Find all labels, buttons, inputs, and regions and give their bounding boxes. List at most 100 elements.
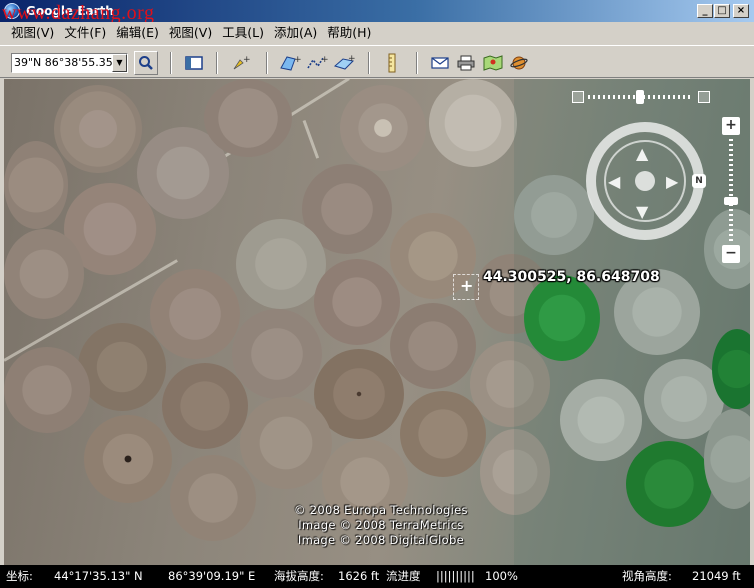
status-bar: 坐标: 44°17'35.13" N 86°39'09.19" E 海拔高度: … (0, 565, 754, 588)
credit-line: Image © 2008 TerraMetrics (298, 518, 464, 532)
crop-circle (150, 269, 240, 359)
add-path-button[interactable]: + (305, 51, 329, 75)
zoom-knob[interactable] (724, 197, 738, 205)
navigation-compass[interactable]: ▲ ▼ ◀ ▶ N (586, 122, 706, 240)
zoom-in-button[interactable]: + (722, 117, 740, 135)
crop-circle (400, 391, 486, 477)
pan-up-icon[interactable]: ▲ (636, 144, 648, 163)
print-icon (457, 55, 475, 71)
ruler-button[interactable] (380, 51, 404, 75)
search-button[interactable] (134, 51, 158, 75)
map-view[interactable]: 44.300525, 86.648708 © 2008 Europa Techn… (4, 79, 750, 565)
toolbar-separator (416, 52, 418, 74)
crop-circle (162, 363, 248, 449)
crop-circle (4, 347, 90, 433)
polygon-icon: + (280, 55, 301, 71)
zoom-out-button[interactable]: − (722, 245, 740, 263)
center-move-icon[interactable] (635, 171, 655, 191)
minimize-button[interactable]: _ (697, 4, 713, 18)
title-bar: Google Earth www.dazhang.org _ □ × (0, 0, 754, 24)
sky-button[interactable] (507, 51, 531, 75)
search-input-value: 39"N 86°38'55.35"E (14, 56, 125, 69)
add-polygon-button[interactable]: + (278, 51, 302, 75)
svg-text:+: + (243, 55, 251, 65)
menu-tools[interactable]: 工具(L) (217, 23, 269, 43)
toolbar: 39"N 86°38'55.35"E ▼ + + + + (0, 45, 754, 78)
menu-edit[interactable]: 编辑(E) (111, 23, 164, 43)
crop-circle (4, 141, 68, 229)
crop-circle (4, 229, 84, 319)
menu-file[interactable]: 文件(F) (59, 23, 111, 43)
close-button[interactable]: × (733, 4, 749, 18)
streaming-percent: 100% (485, 569, 518, 583)
print-button[interactable] (454, 51, 478, 75)
imagery-credits: © 2008 Europa Technologies Image © 2008 … (294, 503, 468, 548)
menu-view-2[interactable]: 视图(V) (164, 23, 217, 43)
pan-right-icon[interactable]: ▶ (666, 172, 678, 191)
crop-circle (54, 85, 142, 173)
crop-circle (84, 415, 172, 503)
crop-circle (429, 79, 517, 167)
crop-circle (236, 219, 326, 309)
tilt-slider[interactable] (570, 90, 710, 104)
toolbar-separator (216, 52, 218, 74)
streaming-label: 流进度 (386, 569, 421, 583)
crop-circle (232, 309, 322, 399)
zoom-track[interactable] (729, 139, 733, 241)
crop-circle (240, 397, 332, 489)
menu-view-1[interactable]: 视图(V) (6, 23, 59, 43)
ruler-icon (388, 53, 396, 73)
sidebar-toggle-button[interactable] (182, 51, 206, 75)
svg-text:+: + (348, 54, 355, 64)
dropdown-arrow-icon[interactable]: ▼ (112, 54, 127, 72)
crop-circle (204, 79, 292, 157)
north-button[interactable]: N (692, 174, 706, 188)
sky-icon (510, 56, 528, 70)
toolbar-separator (368, 52, 370, 74)
crop-circle (560, 379, 642, 461)
crop-circle (514, 175, 594, 255)
terrain-ridge (302, 119, 320, 159)
tilt-up-icon[interactable] (698, 91, 710, 103)
menu-bar: 视图(V) 文件(F) 编辑(E) 视图(V) 工具(L) 添加(A) 帮助(H… (0, 22, 754, 44)
crop-circle-green (524, 275, 600, 361)
path-icon: + (307, 55, 328, 69)
zoom-slider[interactable]: + − (722, 117, 740, 263)
placemark-icon: + (233, 55, 251, 70)
streaming-bar: |||||||||| (436, 569, 475, 583)
coord-label: 坐标: (6, 569, 33, 583)
crop-circle-green (626, 441, 712, 527)
add-placemark-button[interactable]: + (229, 51, 253, 75)
pan-left-icon[interactable]: ◀ (608, 172, 620, 191)
svg-text:+: + (321, 55, 328, 65)
eye-alt-label: 视角高度: (622, 569, 672, 583)
latitude-value: 44°17'35.13" N (54, 569, 143, 583)
add-image-overlay-button[interactable]: + (332, 51, 356, 75)
svg-text:+: + (294, 55, 301, 65)
tilt-down-icon[interactable] (572, 91, 584, 103)
elevation-label: 海拔高度: (274, 569, 324, 583)
email-icon (431, 57, 449, 69)
image-overlay-icon: + (333, 54, 355, 70)
pan-down-icon[interactable]: ▼ (636, 202, 648, 221)
google-maps-button[interactable] (481, 51, 505, 75)
search-icon (139, 56, 153, 70)
coordinate-label: 44.300525, 86.648708 (483, 269, 660, 285)
tilt-knob[interactable] (636, 90, 644, 104)
crop-circle (78, 323, 166, 411)
email-button[interactable] (428, 51, 452, 75)
maps-icon (483, 55, 503, 71)
sidebar-toggle-icon (185, 56, 203, 70)
elevation-value: 1626 ft (338, 569, 380, 583)
search-input[interactable]: 39"N 86°38'55.35"E ▼ (11, 53, 128, 73)
toolbar-separator (266, 52, 268, 74)
crop-circle (340, 85, 426, 171)
menu-add[interactable]: 添加(A) (269, 23, 322, 43)
credit-line: © 2008 Europa Technologies (294, 503, 468, 517)
crosshair-icon (453, 274, 479, 300)
longitude-value: 86°39'09.19" E (168, 569, 256, 583)
maximize-button[interactable]: □ (714, 4, 730, 18)
menu-help[interactable]: 帮助(H) (322, 23, 376, 43)
toolbar-separator (170, 52, 172, 74)
crop-circle (390, 303, 476, 389)
